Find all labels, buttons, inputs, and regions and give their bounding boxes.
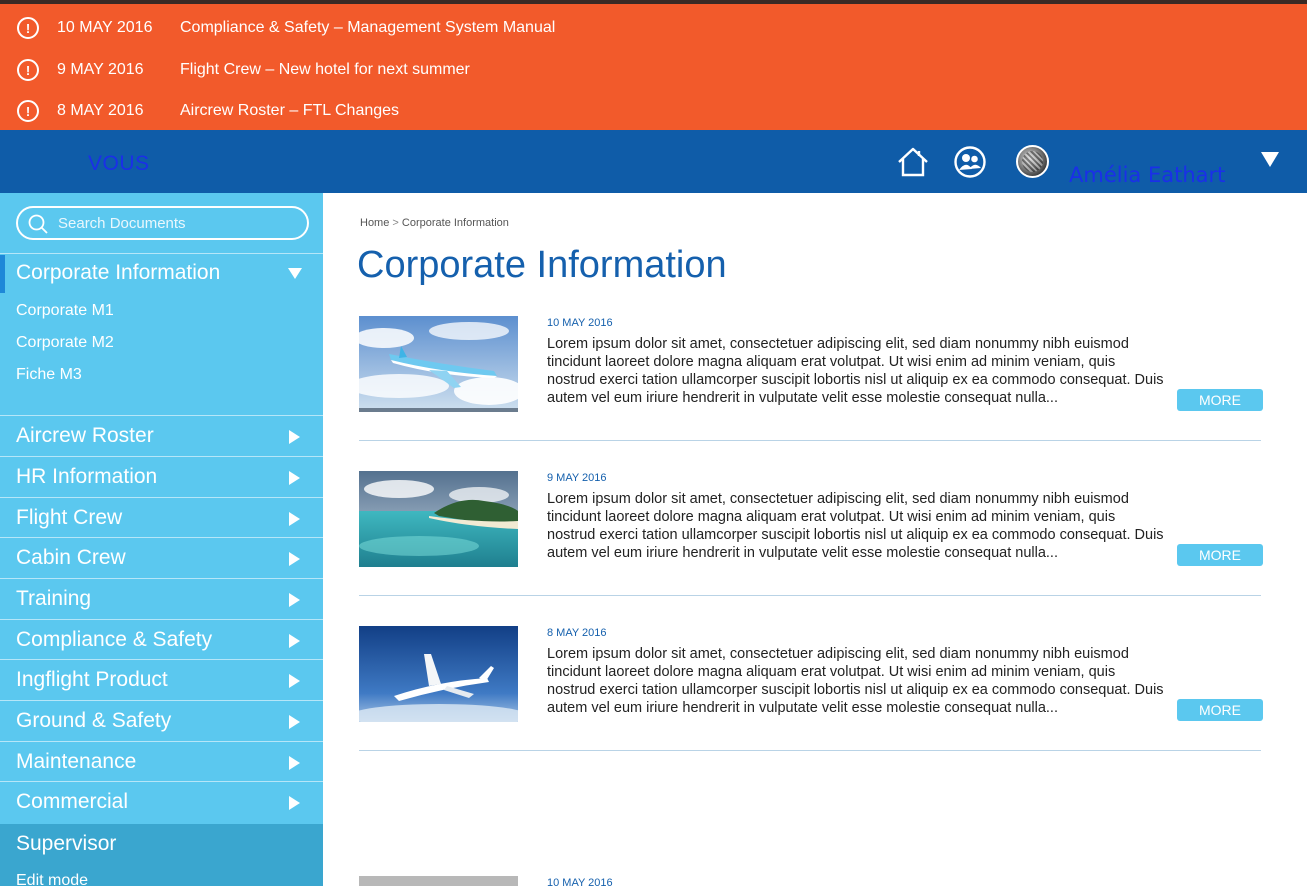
alert-icon: !: [17, 100, 39, 122]
sidebar-item[interactable]: Training: [0, 579, 323, 619]
search-box[interactable]: [16, 206, 309, 240]
more-button[interactable]: MORE: [1177, 544, 1263, 566]
people-icon[interactable]: [954, 146, 986, 178]
article-text: Lorem ipsum dolor sit amet, consectetuer…: [547, 491, 1164, 561]
article-date: 10 MAY 2016: [547, 877, 613, 886]
sidebar-item[interactable]: Ingflight Product: [0, 660, 323, 700]
tropical-beach-image[interactable]: [359, 471, 518, 567]
sidebar-item-label: Maintenance: [16, 750, 137, 773]
more-button[interactable]: MORE: [1177, 389, 1263, 411]
more-button[interactable]: MORE: [1177, 699, 1263, 721]
divider: [359, 440, 1261, 441]
sidebar-section-title[interactable]: Corporate Information: [16, 261, 220, 285]
chevron-right-icon: [289, 512, 300, 526]
article-card: 10 MAY 2016: [359, 876, 1264, 886]
chevron-right-icon: [289, 715, 300, 729]
chevron-right-icon: [289, 430, 300, 444]
sidebar-item[interactable]: Maintenance: [0, 742, 323, 782]
search-input[interactable]: [58, 212, 298, 234]
search-icon: [28, 214, 48, 234]
home-icon[interactable]: [897, 147, 929, 177]
breadcrumb-separator: >: [392, 217, 399, 229]
chevron-right-icon: [289, 674, 300, 688]
avatar[interactable]: [1016, 145, 1049, 178]
alert-text: Compliance & Safety – Management System …: [180, 19, 556, 36]
divider: [0, 253, 323, 254]
user-name[interactable]: Amélia Eathart: [1069, 163, 1225, 187]
grey-thumbnail-image[interactable]: [359, 876, 518, 886]
breadcrumb-current: Corporate Information: [401, 217, 509, 229]
article-date: 9 MAY 2016: [547, 472, 607, 484]
sidebar-item[interactable]: Ground & Safety: [0, 701, 323, 741]
sidebar-item-label: Cabin Crew: [16, 546, 126, 569]
white-airplane-image[interactable]: [359, 626, 518, 722]
sidebar-subitem[interactable]: Corporate M2: [16, 334, 114, 352]
sidebar-item[interactable]: Cabin Crew: [0, 538, 323, 578]
breadcrumb-home[interactable]: Home: [360, 217, 389, 229]
chevron-down-icon[interactable]: [1261, 152, 1279, 167]
sidebar-item[interactable]: Aircrew Roster: [0, 416, 323, 456]
sidebar-item-label: HR Information: [16, 465, 158, 488]
brand-logo[interactable]: VOUS: [88, 152, 150, 176]
chevron-right-icon: [289, 552, 300, 566]
article-card: 9 MAY 2016 Lorem ipsum dolor sit amet, c…: [359, 471, 1264, 626]
sidebar-subitem[interactable]: Corporate M1: [16, 302, 114, 320]
active-indicator: [0, 255, 5, 293]
article-date: 8 MAY 2016: [547, 627, 607, 639]
sidebar: Corporate Information Corporate M1 Corpo…: [0, 193, 323, 886]
alerts-banner: ! 10 MAY 2016 Compliance & Safety – Mana…: [0, 0, 1307, 130]
edit-mode-link[interactable]: Edit mode: [16, 872, 88, 886]
alert-item[interactable]: ! 10 MAY 2016 Compliance & Safety – Mana…: [0, 8, 1307, 48]
sidebar-item[interactable]: HR Information: [0, 457, 323, 497]
sidebar-item-label: Commercial: [16, 790, 129, 813]
page-title: Corporate Information: [357, 244, 727, 286]
sidebar-item-label: Ingflight Product: [16, 668, 168, 691]
article-date: 10 MAY 2016: [547, 317, 613, 329]
alert-icon: !: [17, 17, 39, 39]
sidebar-item[interactable]: Compliance & Safety: [0, 620, 323, 660]
supervisor-title[interactable]: Supervisor: [16, 832, 116, 856]
article-text: Lorem ipsum dolor sit amet, consectetuer…: [547, 646, 1164, 716]
article-card: 8 MAY 2016 Lorem ipsum dolor sit amet, c…: [359, 626, 1264, 781]
chevron-right-icon: [289, 471, 300, 485]
alert-date: 8 MAY 2016: [57, 102, 144, 119]
alert-icon: !: [17, 59, 39, 81]
sidebar-subitem[interactable]: Fiche M3: [16, 366, 82, 384]
alert-date: 9 MAY 2016: [57, 61, 144, 78]
sidebar-item-label: Compliance & Safety: [16, 628, 213, 651]
sidebar-item[interactable]: Flight Crew: [0, 498, 323, 538]
article-text: Lorem ipsum dolor sit amet, consectetuer…: [547, 336, 1164, 406]
chevron-right-icon: [289, 634, 300, 648]
sidebar-item-label: Flight Crew: [16, 506, 123, 529]
article-card: 10 MAY 2016 Lorem ipsum dolor sit amet, …: [359, 316, 1264, 471]
top-header: VOUS Amélia Eathart: [0, 130, 1307, 193]
alert-text: Flight Crew – New hotel for next summer: [180, 61, 470, 78]
alert-text: Aircrew Roster – FTL Changes: [180, 102, 400, 119]
breadcrumb: Home > Corporate Information: [360, 217, 509, 229]
divider: [359, 750, 1261, 751]
chevron-down-icon[interactable]: [288, 268, 302, 279]
alert-item[interactable]: ! 8 MAY 2016 Aircrew Roster – FTL Change…: [0, 91, 1307, 131]
sidebar-item-label: Aircrew Roster: [16, 424, 154, 447]
chevron-right-icon: [289, 593, 300, 607]
alert-item[interactable]: ! 9 MAY 2016 Flight Crew – New hotel for…: [0, 50, 1307, 90]
sidebar-item-label: Ground & Safety: [16, 709, 172, 732]
sidebar-item-label: Training: [16, 587, 92, 610]
sidebar-item[interactable]: Commercial: [0, 782, 323, 822]
alert-date: 10 MAY 2016: [57, 19, 153, 36]
chevron-right-icon: [289, 796, 300, 810]
divider: [359, 595, 1261, 596]
supervisor-panel: Supervisor Edit mode: [0, 824, 323, 886]
chevron-right-icon: [289, 756, 300, 770]
airplane-sky-image[interactable]: [359, 316, 518, 412]
